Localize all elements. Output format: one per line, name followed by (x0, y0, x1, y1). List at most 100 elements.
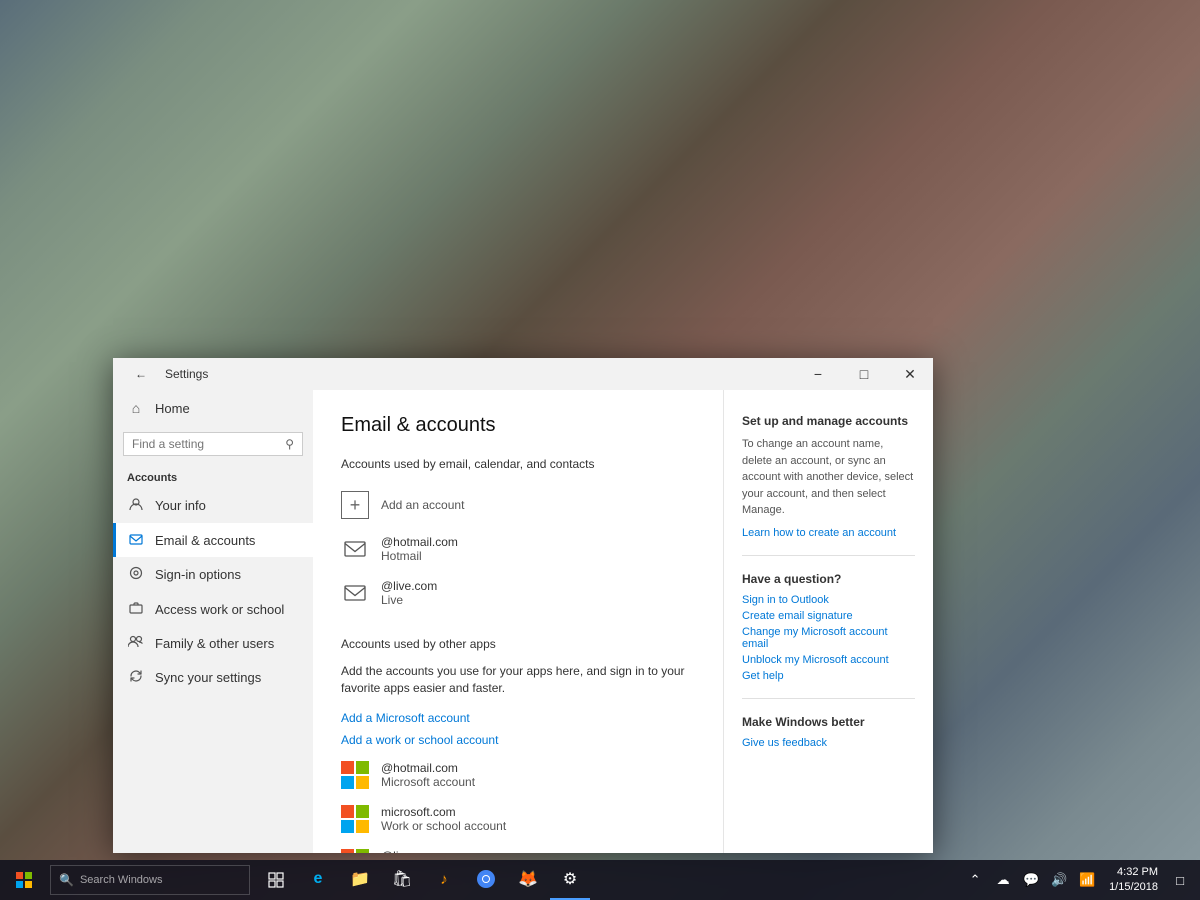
live-other-email: @live.com (381, 849, 475, 853)
taskbar-time: 4:32 PM (1109, 865, 1158, 880)
taskbar-search[interactable]: 🔍 Search Windows (50, 865, 250, 895)
taskbar-onedrive[interactable]: ☁ (991, 860, 1015, 900)
sidebar-item-family[interactable]: Family & other users (113, 626, 313, 660)
hotmail-other-info: @hotmail.com Microsoft account (381, 761, 475, 789)
minimize-button[interactable]: − (795, 358, 841, 390)
sync-icon (127, 669, 145, 686)
your-info-label: Your info (155, 498, 206, 513)
search-input[interactable] (132, 437, 279, 451)
sidebar-item-sync[interactable]: Sync your settings (113, 660, 313, 695)
title-bar: ← Settings − □ ✕ (113, 358, 933, 390)
home-icon: ⌂ (127, 400, 145, 416)
settings-window: ← Settings − □ ✕ ⌂ Home ⚲ Accounts (113, 358, 933, 853)
taskbar-show-hidden[interactable]: ⌃ (963, 860, 987, 900)
title-bar-left: ← Settings (125, 358, 208, 390)
setup-desc: To change an account name, delete an acc… (742, 436, 915, 519)
section1-title: Accounts used by email, calendar, and co… (341, 457, 695, 471)
sidebar-section-label: Accounts (113, 462, 313, 488)
taskbar-music[interactable]: ♪ (424, 860, 464, 900)
start-button[interactable] (4, 860, 44, 900)
taskbar-notifications-icon[interactable]: 💬 (1019, 860, 1043, 900)
taskbar-firefox[interactable]: 🦊 (508, 860, 548, 900)
taskbar-action-center[interactable]: □ (1168, 860, 1192, 900)
desktop: ← Settings − □ ✕ ⌂ Home ⚲ Accounts (0, 0, 1200, 900)
sign-in-label: Sign-in options (155, 567, 241, 582)
add-work-account-link[interactable]: Add a work or school account (341, 733, 498, 747)
live-email: @live.com (381, 579, 437, 593)
email-icon (127, 532, 145, 548)
your-info-icon (127, 497, 145, 514)
taskbar-volume[interactable]: 🔊 (1047, 860, 1071, 900)
taskbar-search-icon: 🔍 (59, 873, 74, 887)
sign-in-outlook-link[interactable]: Sign in to Outlook (742, 594, 915, 606)
learn-link[interactable]: Learn how to create an account (742, 527, 915, 539)
get-help-link[interactable]: Get help (742, 670, 915, 682)
title-bar-controls: − □ ✕ (795, 358, 933, 390)
create-signature-link[interactable]: Create email signature (742, 610, 915, 622)
taskbar-left: 🔍 Search Windows e 📁 (0, 860, 590, 900)
add-account-row[interactable]: + Add an account (341, 483, 695, 527)
work-school-label: Access work or school (155, 602, 284, 617)
taskbar-settings[interactable]: ⚙ (550, 860, 590, 900)
rp-divider-1 (742, 555, 915, 556)
taskbar-right: ⌃ ☁ 💬 🔊 📶 4:32 PM 1/15/2018 □ (963, 860, 1200, 900)
ms-logo-hotmail (341, 761, 369, 789)
hotmail-account-row[interactable]: @hotmail.com Hotmail (341, 527, 695, 571)
live-name: Live (381, 593, 437, 607)
ms-other-email: microsoft.com (381, 805, 506, 819)
hotmail-other-email: @hotmail.com (381, 761, 475, 775)
live-mail-icon (341, 579, 369, 607)
ms-logo-live (341, 849, 369, 853)
live-account-row[interactable]: @live.com Live (341, 571, 695, 615)
feedback-title: Make Windows better (742, 715, 915, 729)
hotmail-email: @hotmail.com (381, 535, 458, 549)
family-icon (127, 635, 145, 651)
sign-in-icon (127, 566, 145, 583)
live-account-info: @live.com Live (381, 579, 437, 607)
hotmail-name: Hotmail (381, 549, 458, 563)
search-icon: ⚲ (285, 437, 294, 451)
close-button[interactable]: ✕ (887, 358, 933, 390)
feedback-link[interactable]: Give us feedback (742, 737, 915, 749)
add-account-icon: + (341, 491, 369, 519)
section2-desc: Add the accounts you use for your apps h… (341, 663, 695, 697)
sidebar-home-button[interactable]: ⌂ Home (113, 390, 313, 426)
sidebar-item-your-info[interactable]: Your info (113, 488, 313, 523)
taskbar-search-label: Search Windows (80, 874, 163, 886)
maximize-button[interactable]: □ (841, 358, 887, 390)
unblock-account-link[interactable]: Unblock my Microsoft account (742, 654, 915, 666)
sidebar: ⌂ Home ⚲ Accounts Your info (113, 390, 313, 853)
question-title: Have a question? (742, 572, 915, 586)
change-email-link[interactable]: Change my Microsoft account email (742, 626, 915, 650)
task-view-button[interactable] (256, 860, 296, 900)
sidebar-item-work-school[interactable]: Access work or school (113, 592, 313, 626)
taskbar-explorer[interactable]: 📁 (340, 860, 380, 900)
page-title: Email & accounts (341, 414, 695, 437)
ms-other-info: microsoft.com Work or school account (381, 805, 506, 833)
ms-other-type: Work or school account (381, 819, 506, 833)
hotmail-other-row[interactable]: @hotmail.com Microsoft account (341, 753, 695, 797)
live-other-info: @live.com Microsoft account (381, 849, 475, 853)
setup-title: Set up and manage accounts (742, 414, 915, 428)
taskbar-chrome[interactable] (466, 860, 506, 900)
family-label: Family & other users (155, 636, 274, 651)
taskbar-clock[interactable]: 4:32 PM 1/15/2018 (1103, 863, 1164, 898)
sync-label: Sync your settings (155, 670, 261, 685)
sidebar-item-email-accounts[interactable]: Email & accounts (113, 523, 313, 557)
taskbar-network[interactable]: 📶 (1075, 860, 1099, 900)
taskbar-store[interactable]: 🛍 (382, 860, 422, 900)
taskbar-date: 1/15/2018 (1109, 880, 1158, 895)
sidebar-item-sign-in[interactable]: Sign-in options (113, 557, 313, 592)
taskbar-edge[interactable]: e (298, 860, 338, 900)
search-box[interactable]: ⚲ (123, 432, 303, 456)
add-account-label: Add an account (381, 498, 464, 512)
rp-divider-2 (742, 698, 915, 699)
ms-other-row[interactable]: microsoft.com Work or school account (341, 797, 695, 841)
live-other-row[interactable]: @live.com Microsoft account (341, 841, 695, 853)
window-title: Settings (165, 367, 208, 381)
main-content: Email & accounts Accounts used by email,… (313, 390, 723, 853)
back-button[interactable]: ← (125, 358, 157, 390)
add-ms-account-link[interactable]: Add a Microsoft account (341, 711, 470, 725)
hotmail-other-type: Microsoft account (381, 775, 475, 789)
hotmail-account-info: @hotmail.com Hotmail (381, 535, 458, 563)
